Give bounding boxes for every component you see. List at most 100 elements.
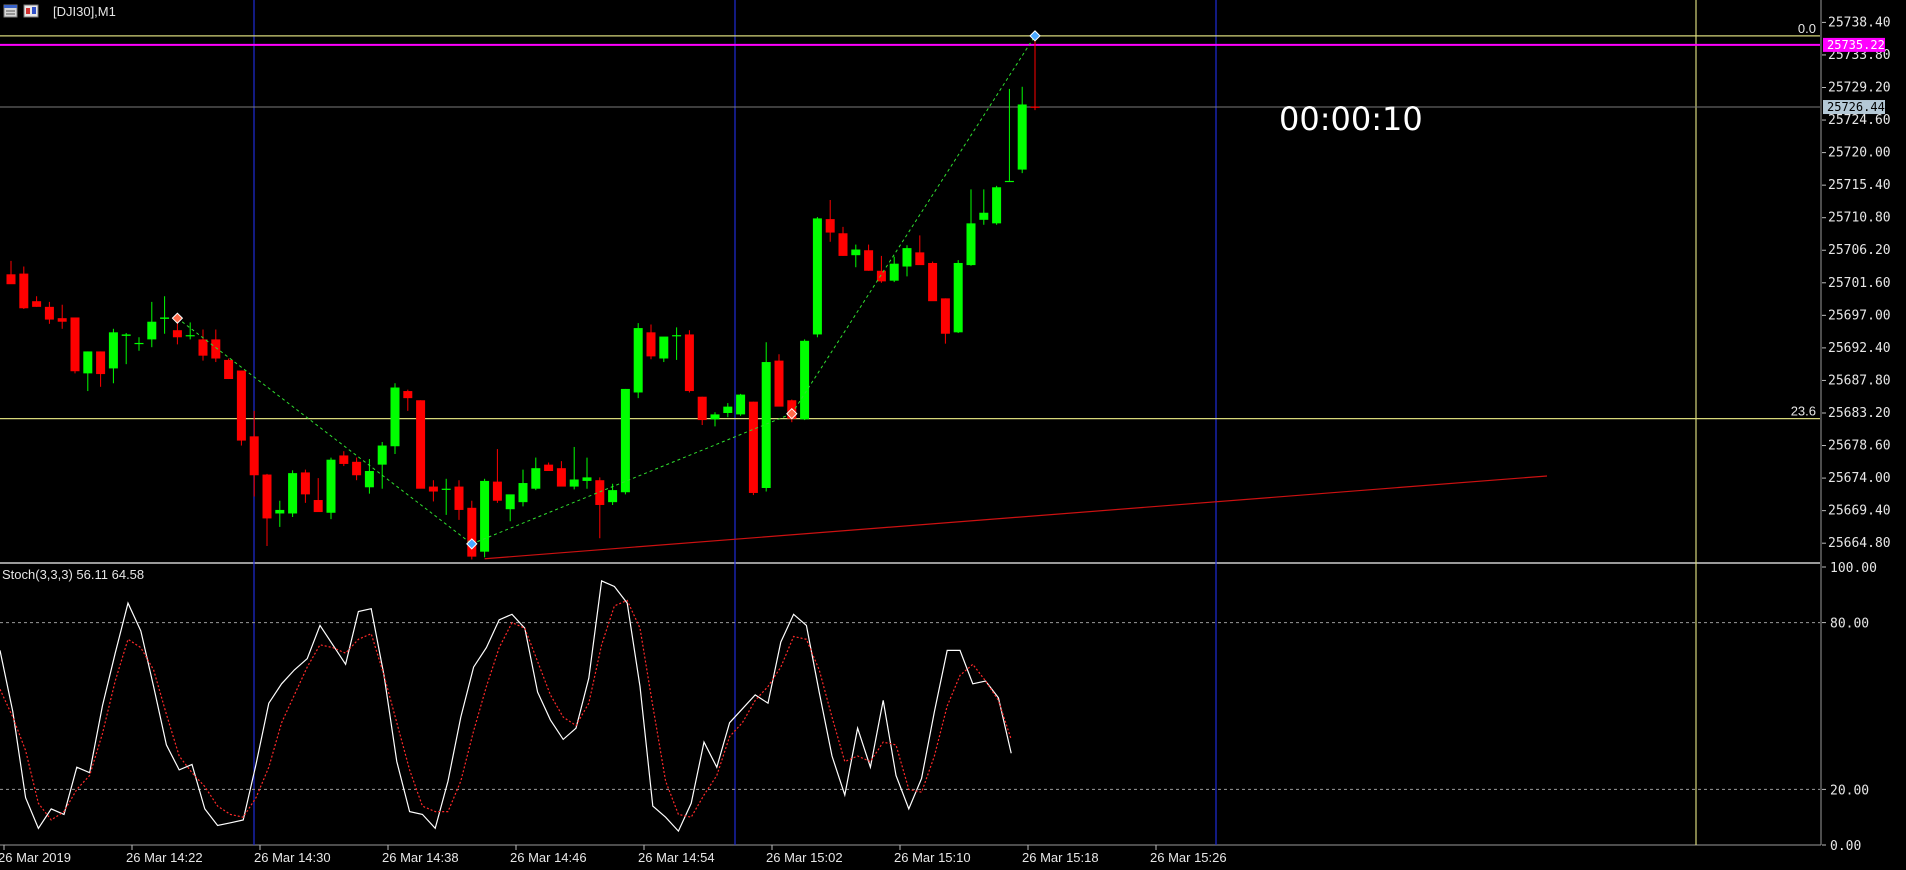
candle[interactable]: [428, 480, 438, 502]
candle-body: [851, 249, 861, 256]
candle[interactable]: [851, 244, 861, 268]
candle[interactable]: [864, 244, 874, 271]
candle[interactable]: [339, 451, 349, 467]
candle[interactable]: [454, 480, 464, 520]
candle-body: [262, 474, 272, 519]
candle[interactable]: [672, 327, 682, 360]
candle[interactable]: [96, 351, 106, 387]
candle[interactable]: [288, 470, 298, 518]
candle[interactable]: [262, 473, 272, 547]
candle[interactable]: [838, 226, 848, 256]
candle[interactable]: [518, 469, 528, 507]
candle[interactable]: [825, 200, 835, 242]
stochastic-pane[interactable]: [0, 580, 1820, 833]
candle[interactable]: [492, 449, 502, 503]
candle-body: [531, 468, 541, 489]
candle[interactable]: [953, 260, 963, 334]
candle[interactable]: [633, 323, 643, 399]
candle[interactable]: [1004, 88, 1014, 183]
candle[interactable]: [569, 446, 579, 490]
candle[interactable]: [992, 185, 1002, 225]
candle[interactable]: [902, 245, 912, 277]
candle[interactable]: [300, 469, 310, 503]
candle[interactable]: [659, 336, 669, 363]
candle[interactable]: [505, 494, 515, 522]
candle[interactable]: [249, 410, 259, 497]
candle[interactable]: [723, 403, 733, 418]
zigzag-point-marker[interactable]: [1029, 30, 1041, 42]
candle[interactable]: [108, 328, 118, 384]
candle[interactable]: [556, 461, 566, 487]
candle[interactable]: [876, 255, 886, 283]
candle[interactable]: [441, 478, 451, 515]
candle[interactable]: [19, 266, 29, 309]
candle[interactable]: [236, 370, 246, 446]
candle[interactable]: [928, 261, 938, 302]
candle[interactable]: [416, 400, 426, 489]
zigzag-segment: [471, 413, 792, 545]
stoch-main-line[interactable]: [0, 580, 1012, 833]
price-axis[interactable]: 25738.4025733.8025729.2025724.6025720.00…: [1822, 15, 1891, 551]
candle[interactable]: [812, 216, 822, 338]
candle[interactable]: [403, 389, 413, 411]
candle-body: [492, 481, 502, 501]
zigzag-point-marker[interactable]: [171, 312, 184, 324]
stochastic-axis[interactable]: 100.00 80.00 20.00 0.00: [1822, 561, 1877, 854]
candle[interactable]: [761, 342, 771, 492]
candle[interactable]: [889, 256, 899, 283]
candle-body: [748, 401, 758, 493]
candle[interactable]: [352, 457, 362, 481]
candle[interactable]: [531, 457, 541, 491]
candle[interactable]: [57, 304, 67, 329]
chart-canvas[interactable]: [DJI30],M1 0.023.6 25738.4025733.8025729…: [0, 0, 1906, 870]
time-tick-label: 26 Mar 15:10: [894, 850, 971, 865]
candle[interactable]: [121, 333, 131, 365]
candle[interactable]: [44, 301, 54, 324]
candle[interactable]: [748, 401, 758, 496]
candle[interactable]: [774, 354, 784, 407]
candle[interactable]: [70, 317, 80, 374]
candle-body: [966, 223, 976, 266]
candle[interactable]: [697, 396, 707, 426]
candle[interactable]: [83, 351, 93, 392]
candle[interactable]: [275, 500, 285, 527]
candle[interactable]: [364, 458, 374, 494]
countdown-timer: 00:00:10: [1279, 100, 1423, 138]
stoch-signal-line[interactable]: [0, 599, 1012, 821]
candle[interactable]: [134, 337, 144, 351]
candle[interactable]: [326, 457, 336, 520]
candle[interactable]: [390, 383, 400, 455]
candle[interactable]: [646, 324, 656, 360]
chart-icon[interactable]: [23, 4, 39, 18]
trendline[interactable]: [484, 475, 1548, 560]
candle[interactable]: [915, 235, 925, 266]
candle[interactable]: [160, 296, 170, 334]
candle[interactable]: [710, 412, 720, 427]
candle[interactable]: [595, 477, 605, 539]
candle[interactable]: [198, 329, 208, 361]
candle[interactable]: [979, 189, 989, 225]
candle[interactable]: [1030, 35, 1040, 111]
candle[interactable]: [800, 339, 810, 421]
price-tick-label: 25710.80: [1828, 211, 1891, 226]
candle-body: [83, 351, 93, 374]
candle[interactable]: [467, 500, 477, 560]
candle[interactable]: [684, 330, 694, 393]
price-pane[interactable]: 0.0 23.6: [0, 21, 1820, 560]
candle[interactable]: [147, 301, 157, 348]
candle[interactable]: [377, 442, 387, 489]
candle[interactable]: [736, 393, 746, 416]
candle[interactable]: [480, 478, 490, 558]
window-icon[interactable]: [3, 4, 18, 18]
candle[interactable]: [1017, 86, 1027, 174]
candle[interactable]: [224, 358, 234, 380]
candle[interactable]: [582, 457, 592, 489]
candle[interactable]: [32, 296, 42, 307]
time-axis[interactable]: 26 Mar 2019 26 Mar 14:22 26 Mar 14:30 26 Ma…: [0, 845, 1227, 865]
candle[interactable]: [940, 298, 950, 344]
candle[interactable]: [313, 478, 323, 513]
candle[interactable]: [544, 462, 554, 472]
candle[interactable]: [6, 260, 16, 285]
candle[interactable]: [966, 189, 976, 266]
candle[interactable]: [620, 388, 630, 495]
